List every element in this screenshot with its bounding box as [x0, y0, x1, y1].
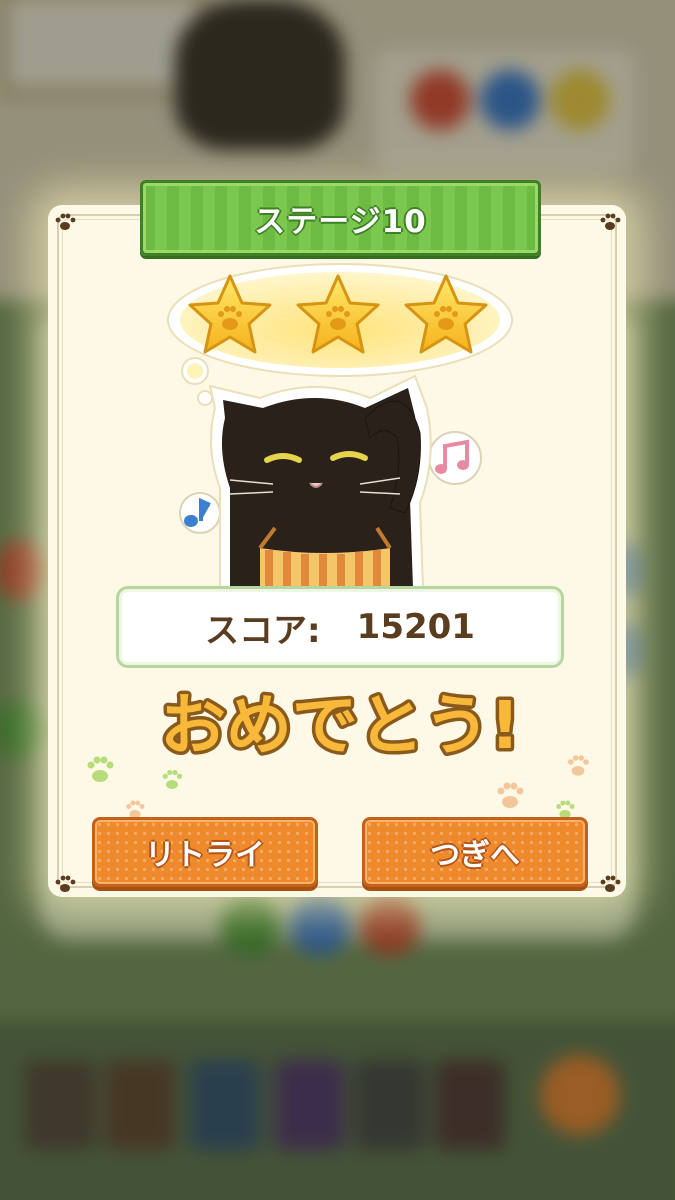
music-note-icon: [428, 431, 482, 485]
score-value: 15201: [356, 607, 475, 647]
paw-corner-icon: [55, 875, 76, 892]
score-label: スコア:: [205, 610, 321, 651]
next-button-label: つぎへ: [430, 838, 520, 873]
score-box: スコア: 15201: [116, 586, 564, 668]
stage-banner: ステージ10: [140, 180, 541, 256]
result-illustration: [167, 263, 513, 588]
stage-title: ステージ10: [254, 203, 427, 240]
paw-corner-icon: [55, 213, 76, 230]
next-button[interactable]: つぎへ: [362, 817, 588, 887]
paw-corner-icon: [600, 875, 621, 892]
retry-button[interactable]: リトライ: [92, 817, 318, 887]
music-note-icon: [179, 492, 221, 534]
paw-corner-icon: [600, 213, 621, 230]
paw-prints-decoration: [87, 755, 589, 819]
black-cat-character: [208, 374, 432, 588]
retry-button-label: リトライ: [145, 838, 265, 873]
